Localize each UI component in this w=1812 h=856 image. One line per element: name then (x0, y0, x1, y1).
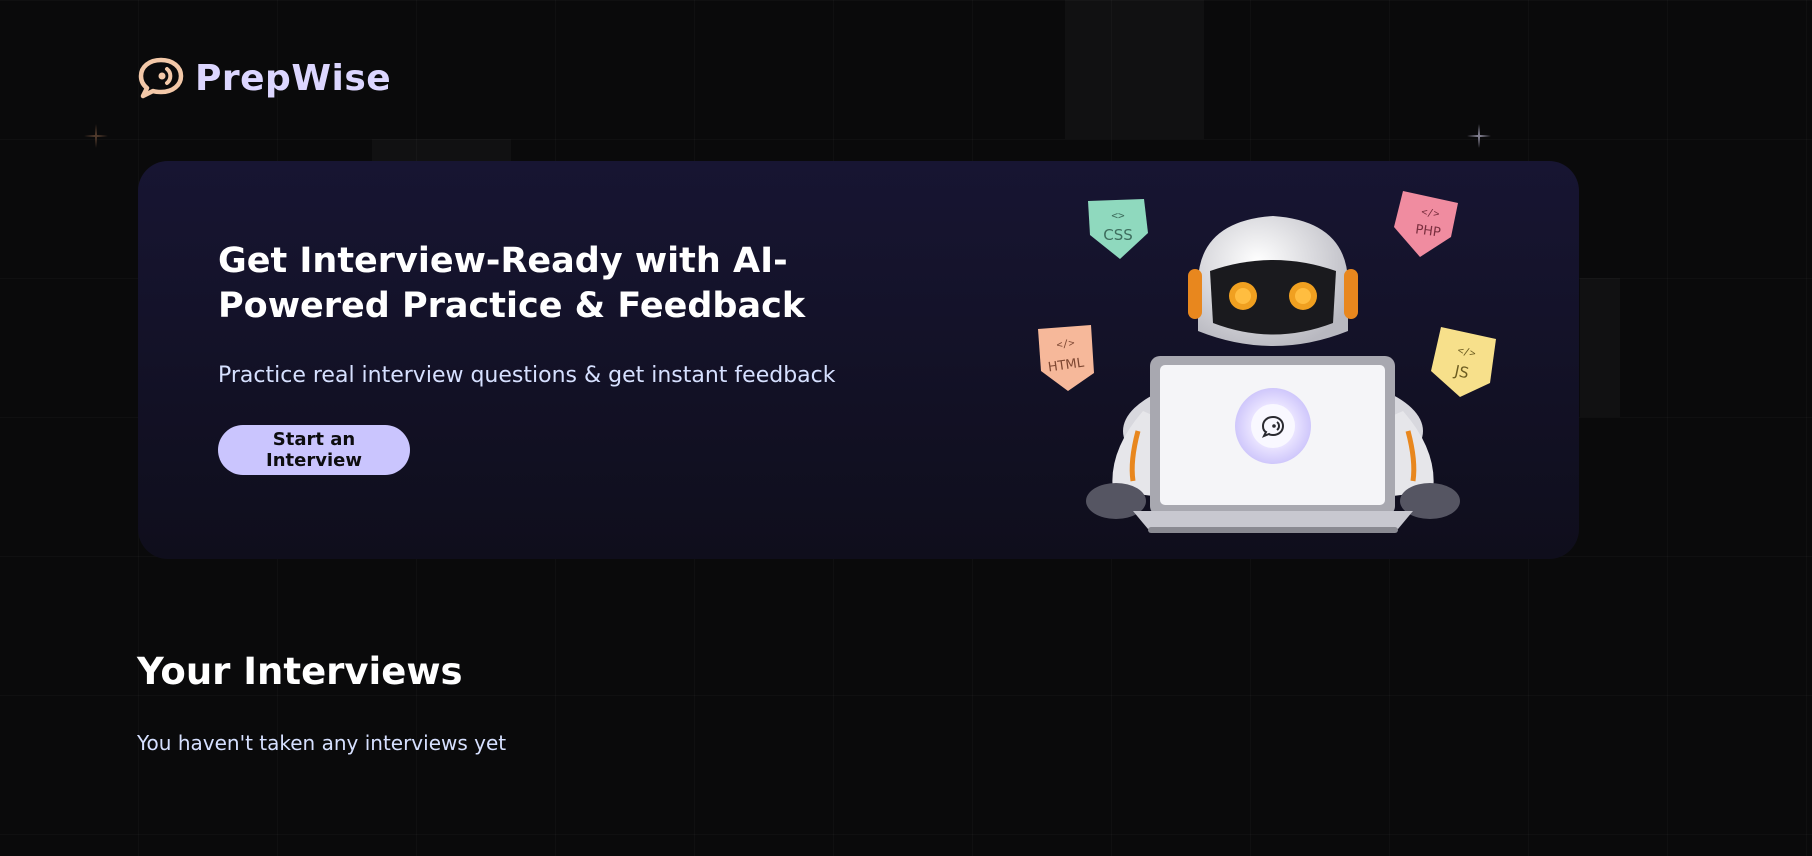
brand-name: PrepWise (195, 57, 392, 99)
sparkle-icon (1467, 124, 1491, 148)
navbar: PrepWise (137, 56, 391, 100)
robot-illustration: CSS <> PHP </> HTML </> JS </> (1038, 191, 1496, 533)
js-badge: JS </> (1431, 327, 1496, 397)
chat-bubble-logo-icon (138, 57, 184, 99)
svg-text:<>: <> (1111, 209, 1125, 222)
sparkle-icon (84, 124, 108, 148)
interviews-section-title: Your Interviews (137, 650, 463, 693)
laptop (1133, 356, 1413, 533)
hero-subtitle: Practice real interview questions & get … (218, 363, 836, 388)
hero-title: Get Interview-Ready with AI-Powered Prac… (218, 241, 806, 326)
svg-text:CSS: CSS (1103, 226, 1133, 244)
php-badge: PHP </> (1394, 191, 1458, 257)
hero-card: Get Interview-Ready with AI-Powered Prac… (138, 161, 1579, 559)
start-interview-button[interactable]: Start an Interview (218, 425, 410, 475)
html-badge: HTML </> (1038, 325, 1094, 391)
background-tile (1065, 0, 1204, 139)
logo-link[interactable]: PrepWise (137, 56, 391, 100)
background-tile (1580, 278, 1620, 417)
css-badge: CSS <> (1088, 199, 1148, 259)
interviews-empty-message: You haven't taken any interviews yet (137, 731, 507, 755)
